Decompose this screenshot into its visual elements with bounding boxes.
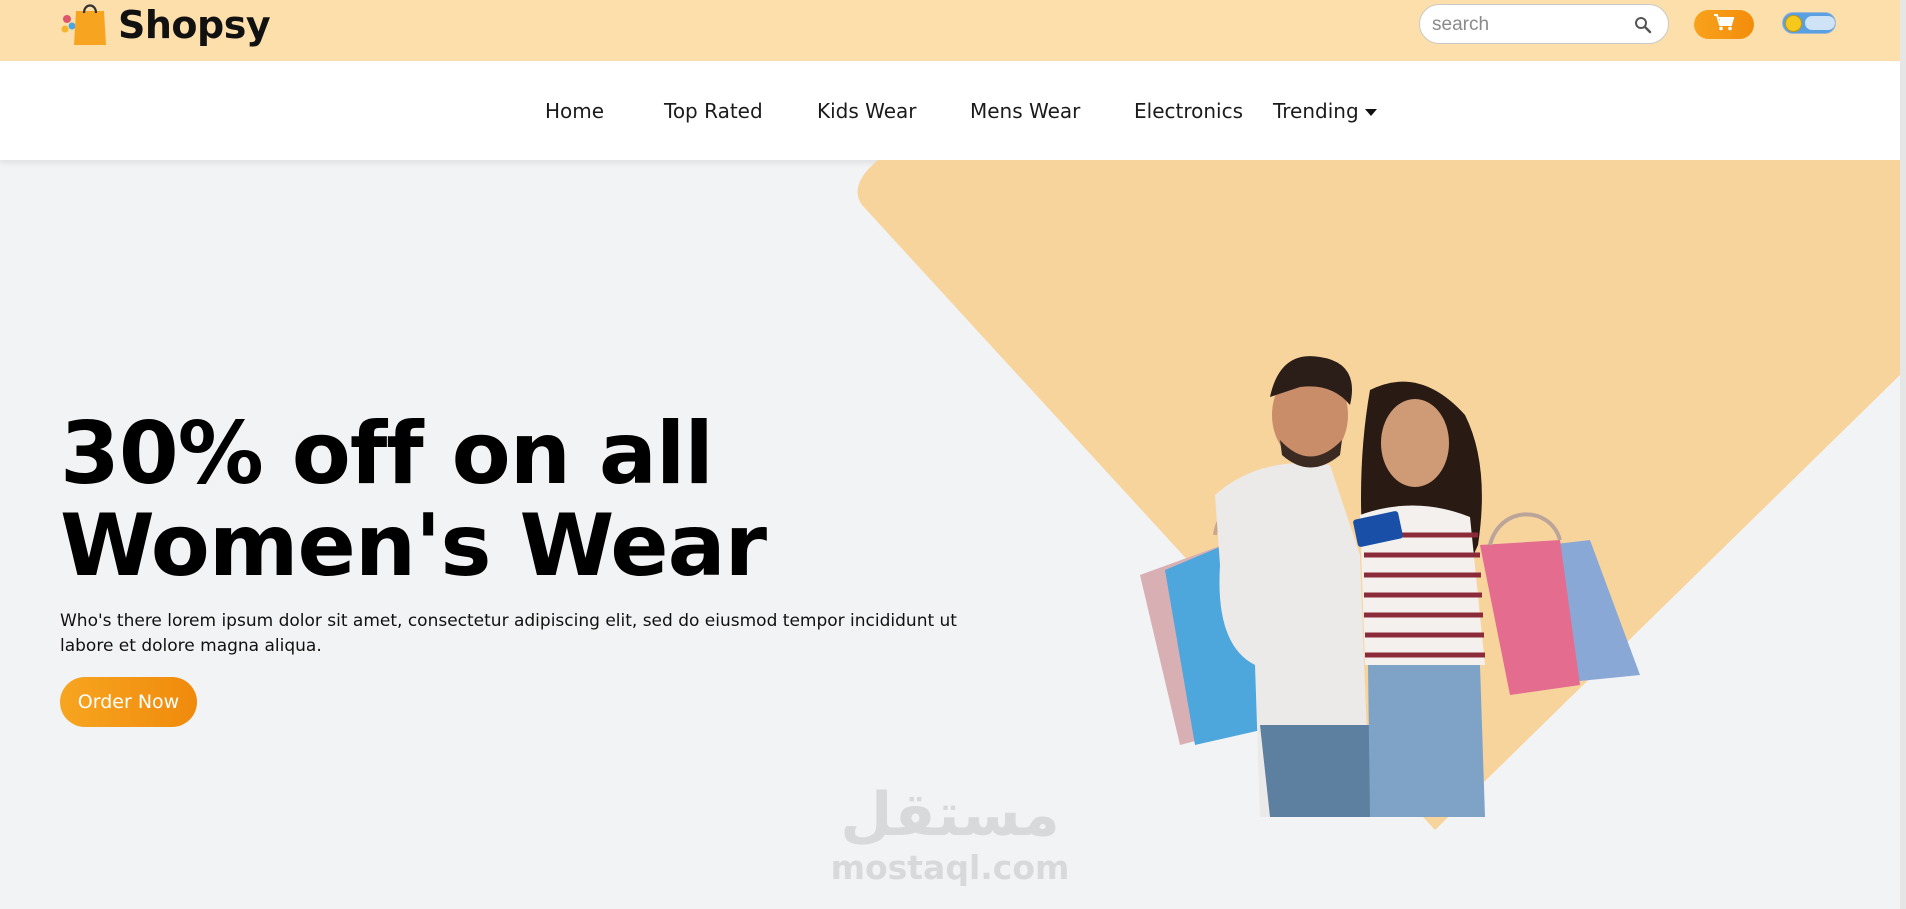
nav-item-electronics[interactable]: Electronics	[1134, 99, 1243, 123]
nav-item-mens-wear[interactable]: Mens Wear	[970, 99, 1080, 123]
theme-toggle-icon	[1785, 15, 1802, 32]
order-now-button[interactable]: Order Now	[60, 677, 197, 727]
hero-description: Who's there lorem ipsum dolor sit amet, …	[60, 611, 957, 656]
watermark-latin-text: mostaql.com	[830, 848, 1070, 887]
main-nav: Home Top Rated Kids Wear Mens Wear Elect…	[0, 61, 1900, 160]
theme-toggle[interactable]	[1782, 12, 1836, 34]
chevron-down-icon	[1364, 109, 1377, 116]
search-icon[interactable]	[1634, 16, 1652, 34]
page-scrollbar[interactable]	[1900, 0, 1906, 909]
nav-item-trending-label: Trending	[1273, 99, 1359, 123]
brand-name: Shopsy	[118, 3, 271, 47]
cloud-icon	[1805, 16, 1835, 30]
top-bar: Shopsy	[0, 0, 1900, 61]
search-box[interactable]	[1419, 4, 1669, 44]
nav-item-trending[interactable]: Trending	[1273, 99, 1377, 123]
watermark-arabic-text: مستقل	[840, 780, 1060, 850]
search-input[interactable]	[1430, 11, 1624, 39]
nav-item-kids-wear[interactable]: Kids Wear	[817, 99, 917, 123]
mostaql-watermark: مستقل mostaql.com	[830, 780, 1070, 895]
cart-button[interactable]	[1694, 10, 1754, 39]
hero-headline: 30% off on all Women's Wear	[60, 408, 960, 592]
nav-item-top-rated[interactable]: Top Rated	[664, 99, 763, 123]
cart-icon	[1713, 13, 1735, 36]
shopping-bag-logo-icon	[60, 1, 110, 49]
hero-headline-line-2: Women's Wear	[60, 496, 767, 596]
nav-item-home[interactable]: Home	[545, 99, 604, 123]
hero-headline-line-1: 30% off on all	[60, 404, 714, 504]
hero-couple-image	[1140, 356, 1640, 817]
brand-logo[interactable]: Shopsy	[60, 0, 271, 50]
